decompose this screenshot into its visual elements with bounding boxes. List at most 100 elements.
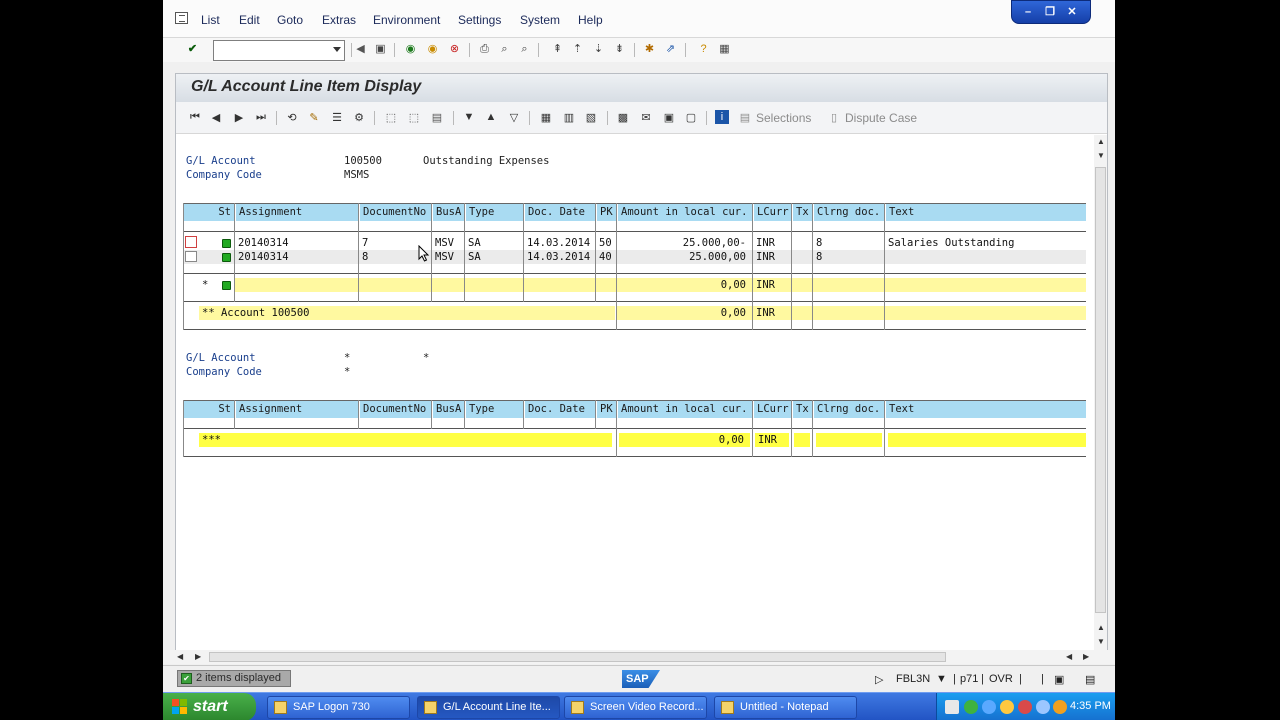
filter-icon[interactable]: ▼ [462, 110, 476, 124]
abc-analysis-icon[interactable]: ▣ [662, 110, 676, 124]
customize-layout-icon[interactable]: ▦ [717, 42, 732, 57]
row-select-checkbox[interactable] [185, 236, 197, 248]
next-item-icon[interactable]: ▶ [232, 110, 246, 124]
choose-layout-icon[interactable]: ▥ [562, 110, 576, 124]
scroll-bottom-icon[interactable]: ▼ [1097, 637, 1105, 646]
col-header-amount[interactable]: Amount in local cur. [617, 401, 752, 418]
cell-clearing-doc[interactable]: 8 [813, 236, 884, 250]
dispute-case-button[interactable]: Dispute Case [845, 111, 917, 125]
previous-page-icon[interactable]: ⇡ [570, 42, 585, 57]
maximize-icon[interactable]: ❐ [1042, 5, 1058, 19]
minimize-icon[interactable]: – [1020, 5, 1036, 19]
scroll-thumb[interactable] [1095, 167, 1106, 613]
layout-menu-icon[interactable]: ▤ [1085, 673, 1095, 686]
cell-text[interactable] [885, 250, 1086, 264]
start-button[interactable]: start [163, 693, 256, 720]
scroll-down-icon[interactable]: ▲ [1097, 623, 1105, 632]
menu-edit[interactable]: Edit [239, 13, 260, 27]
col-header-doc-date[interactable]: Doc. Date [524, 401, 595, 418]
send-icon[interactable]: ✉ [639, 110, 653, 124]
menu-goto[interactable]: Goto [277, 13, 303, 27]
select-all-icon[interactable]: ⬚ [384, 110, 398, 124]
menu-environment[interactable]: Environment [373, 13, 440, 27]
export-icon[interactable]: ▩ [616, 110, 630, 124]
table-row[interactable]: 20140314 7 MSV SA 14.03.2014 50 25.000,0… [183, 236, 1086, 250]
first-page-icon[interactable]: ⇞ [550, 42, 565, 57]
chevron-down-icon[interactable] [333, 47, 341, 52]
window-menu-icon[interactable] [175, 12, 188, 24]
shortcut-icon[interactable]: ⇗ [663, 42, 678, 57]
cell-type[interactable]: SA [465, 236, 523, 250]
cell-doc-date[interactable]: 14.03.2014 [524, 236, 595, 250]
cell-doc-date[interactable]: 14.03.2014 [524, 250, 595, 264]
col-header-posting-key[interactable]: PK [596, 401, 616, 418]
save-back-icon[interactable]: ◀ [353, 42, 368, 57]
cancel-icon[interactable]: ⊗ [447, 42, 462, 57]
menu-list[interactable]: List [201, 13, 220, 27]
col-header-assignment[interactable]: Assignment [235, 204, 357, 221]
cell-amount[interactable]: 25.000,00- [617, 236, 752, 250]
graphic-icon[interactable]: ▢ [684, 110, 698, 124]
scroll-thumb[interactable] [209, 652, 946, 662]
status-message[interactable]: ✔ 2 items displayed [177, 670, 291, 687]
mass-change-icon[interactable]: ☰ [330, 110, 344, 124]
col-header-amount[interactable]: Amount in local cur. [617, 204, 752, 221]
antivirus-icon[interactable] [1018, 700, 1032, 714]
cell-clearing-doc[interactable]: 8 [813, 250, 884, 264]
info-icon[interactable]: i [715, 110, 729, 124]
display-document-icon[interactable]: ⟲ [285, 110, 299, 124]
cell-amount[interactable]: 25.000,00 [617, 250, 752, 264]
col-header-type[interactable]: Type [465, 204, 523, 221]
cell-local-currency[interactable]: INR [753, 250, 791, 264]
col-header-business-area[interactable]: BusA [432, 204, 464, 221]
close-icon[interactable]: ✕ [1064, 5, 1080, 19]
scroll-up-icon[interactable]: ▼ [1097, 151, 1105, 160]
selections-icon[interactable]: ▤ [738, 110, 752, 124]
table-row[interactable]: 20140314 8 MSV SA 14.03.2014 40 25.000,0… [183, 250, 1086, 264]
col-header-tax-code[interactable]: Tx [792, 204, 812, 221]
help-icon[interactable]: ? [696, 42, 711, 57]
col-header-clearing-doc[interactable]: Clrng doc. [813, 204, 884, 221]
account-total-row[interactable]: ** Account 100500 0,00 INR [183, 306, 1086, 320]
col-header-business-area[interactable]: BusA [432, 401, 464, 418]
back-icon[interactable]: ◉ [403, 42, 418, 57]
task-notepad[interactable]: Untitled - Notepad [714, 696, 857, 719]
command-field[interactable] [213, 40, 345, 61]
menu-system[interactable]: System [520, 13, 560, 27]
vertical-scrollbar[interactable]: ▲ ▼ ▲ ▼ [1094, 135, 1107, 652]
col-header-type[interactable]: Type [465, 401, 523, 418]
scroll-left-end-icon[interactable]: ◀ [177, 652, 183, 661]
selections-button[interactable]: Selections [756, 111, 811, 125]
task-sap-logon[interactable]: SAP Logon 730 [267, 696, 410, 719]
status-dropdown-icon[interactable]: ▼ [936, 673, 947, 685]
change-document-icon[interactable]: ✎ [307, 110, 321, 124]
cell-assignment[interactable]: 20140314 [235, 250, 357, 264]
new-session-icon[interactable]: ✱ [642, 42, 657, 57]
col-header-posting-key[interactable]: PK [596, 204, 616, 221]
cell-text[interactable]: Salaries Outstanding [885, 236, 1086, 250]
scroll-top-icon[interactable]: ▲ [1097, 137, 1105, 146]
status-expand-icon[interactable]: ▷ [875, 673, 883, 686]
recorder-tray-icon[interactable] [982, 700, 996, 714]
exit-icon[interactable]: ◉ [425, 42, 440, 57]
print-icon[interactable]: ⎙ [477, 42, 492, 57]
enter-check-icon[interactable]: ✔ [185, 42, 200, 57]
previous-item-icon[interactable]: ◀ [209, 110, 223, 124]
cell-tax-code[interactable] [792, 250, 812, 264]
volume-icon[interactable] [1036, 700, 1050, 714]
deselect-all-icon[interactable]: ⬚ [407, 110, 421, 124]
col-header-status[interactable]: St [183, 401, 234, 418]
col-header-text[interactable]: Text [885, 204, 1086, 221]
cell-tax-code[interactable] [792, 236, 812, 250]
col-header-document-no[interactable]: DocumentNo [359, 204, 431, 221]
menu-extras[interactable]: Extras [322, 13, 356, 27]
dispute-case-icon[interactable]: ▯ [827, 110, 841, 124]
next-page-icon[interactable]: ⇣ [591, 42, 606, 57]
horizontal-scrollbar[interactable]: ◀ ▶ ◀ ▶ [163, 650, 1115, 664]
cell-business-area[interactable]: MSV [432, 250, 464, 264]
update-icon[interactable] [1053, 700, 1067, 714]
col-header-document-no[interactable]: DocumentNo [359, 401, 431, 418]
task-gl-account-display[interactable]: G/L Account Line Ite... [417, 696, 560, 719]
col-header-local-currency[interactable]: LCurr [753, 204, 791, 221]
grand-total-row[interactable]: *** 0,00 INR [183, 433, 1086, 447]
